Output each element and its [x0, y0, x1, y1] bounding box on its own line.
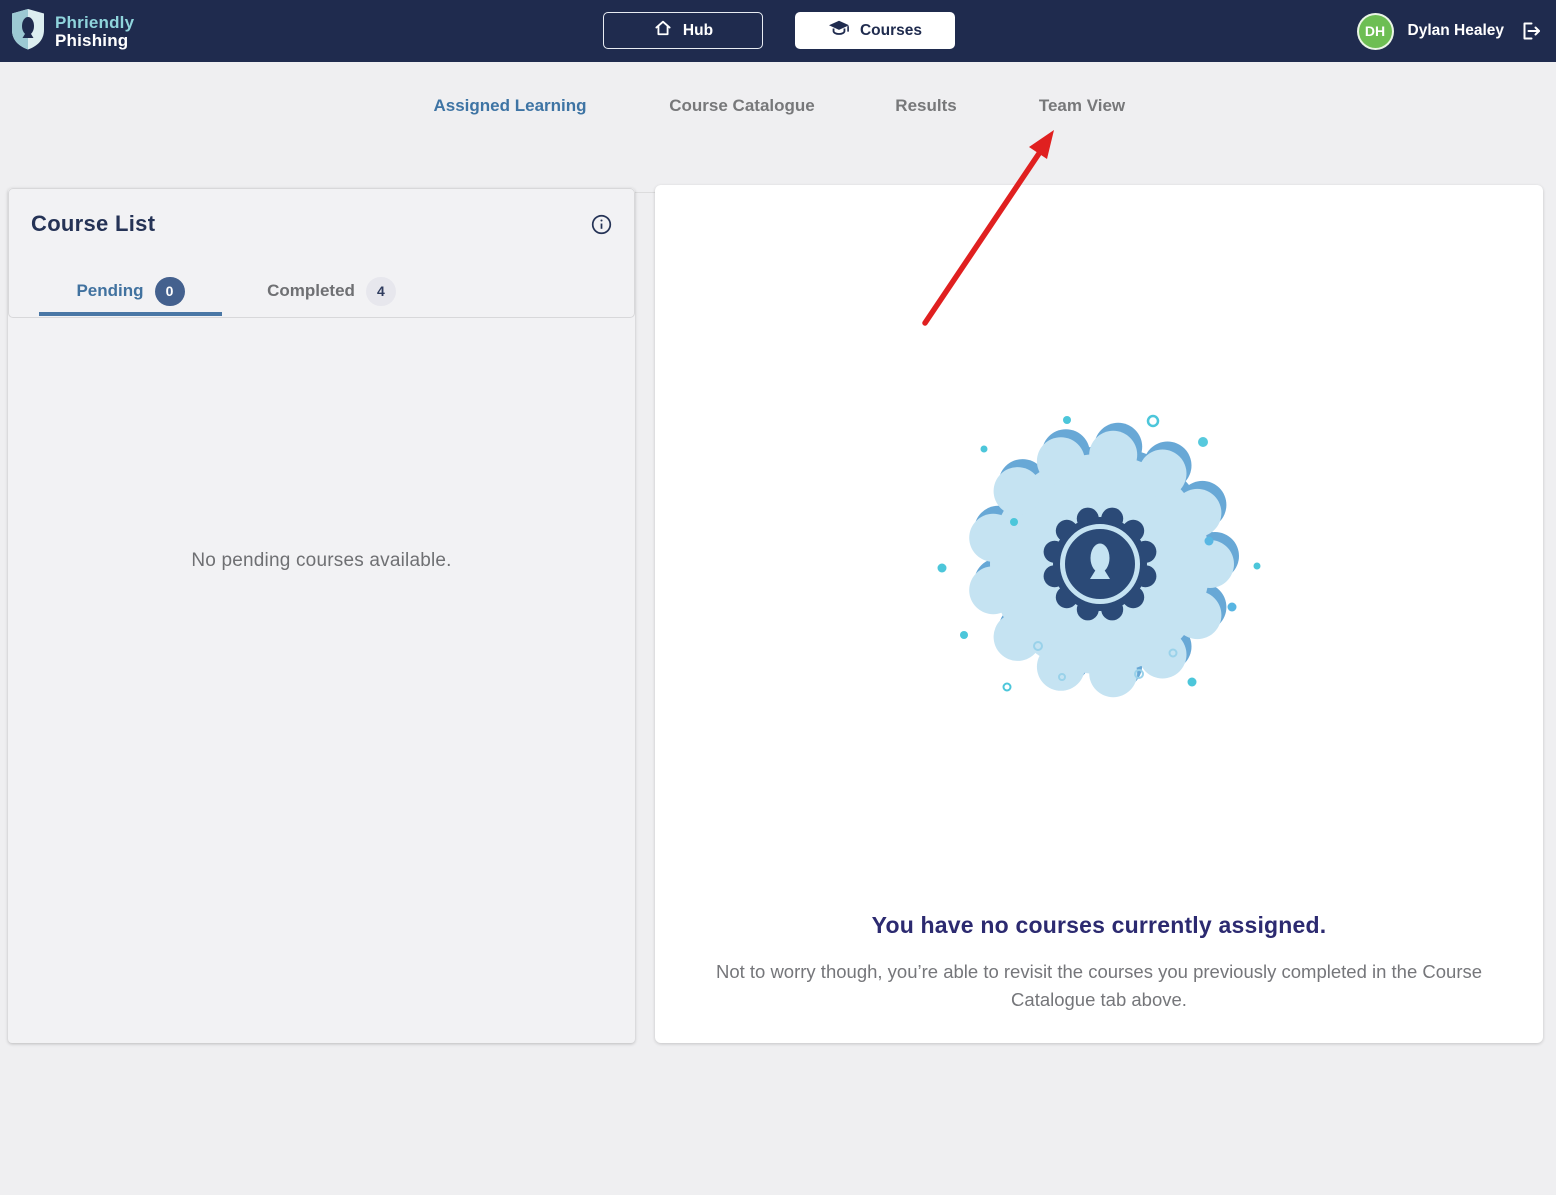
no-courses-subtext: Not to worry though, you’re able to revi… [699, 958, 1499, 1013]
courses-button[interactable]: Courses [795, 12, 955, 49]
course-list-title: Course List [31, 211, 155, 237]
courses-button-label: Courses [860, 22, 922, 40]
home-icon [653, 18, 673, 43]
pending-tab-label: Pending [76, 281, 143, 301]
hub-button[interactable]: Hub [603, 12, 763, 49]
tab-assigned-learning[interactable]: Assigned Learning [433, 96, 586, 116]
course-list-panel: Course List Pending 0 Completed 4 No pen… [8, 188, 635, 1043]
tab-results[interactable]: Results [895, 96, 956, 116]
brand-logo[interactable]: Phriendly Phishing [10, 7, 134, 56]
tab-course-catalogue[interactable]: Course Catalogue [669, 96, 814, 116]
user-menu: DH Dylan Healey [1357, 0, 1543, 62]
tab-team-view[interactable]: Team View [1039, 96, 1125, 116]
completed-count-badge: 4 [366, 277, 396, 306]
pending-count-badge: 0 [155, 277, 185, 306]
no-courses-heading: You have no courses currently assigned. [655, 912, 1543, 939]
shield-fish-logo-icon [10, 7, 46, 56]
badge-illustration [935, 412, 1265, 712]
course-list-tab-pending[interactable]: Pending 0 [39, 265, 222, 317]
avatar-initials: DH [1365, 23, 1385, 39]
brand-line1: Phriendly [55, 14, 134, 32]
assigned-courses-panel: You have no courses currently assigned. … [655, 185, 1543, 1043]
logout-icon[interactable] [1518, 19, 1542, 43]
empty-pending-message: No pending courses available. [8, 550, 635, 572]
pending-tab-underline [39, 312, 222, 316]
brand-line2: Phishing [55, 32, 134, 50]
section-tabs: Assigned Learning Course Catalogue Resul… [0, 62, 1556, 142]
user-name: Dylan Healey [1408, 22, 1505, 40]
header-nav: Hub Courses [603, 12, 955, 49]
completed-tab-label: Completed [267, 281, 355, 301]
hub-button-label: Hub [683, 22, 713, 40]
course-list-tab-completed[interactable]: Completed 4 [249, 265, 414, 317]
app-header: Phriendly Phishing Hub Courses [0, 0, 1556, 62]
info-icon[interactable] [591, 214, 612, 235]
graduation-cap-icon [828, 18, 850, 43]
course-list-header: Course List Pending 0 Completed 4 [8, 188, 635, 318]
avatar[interactable]: DH [1357, 13, 1394, 50]
